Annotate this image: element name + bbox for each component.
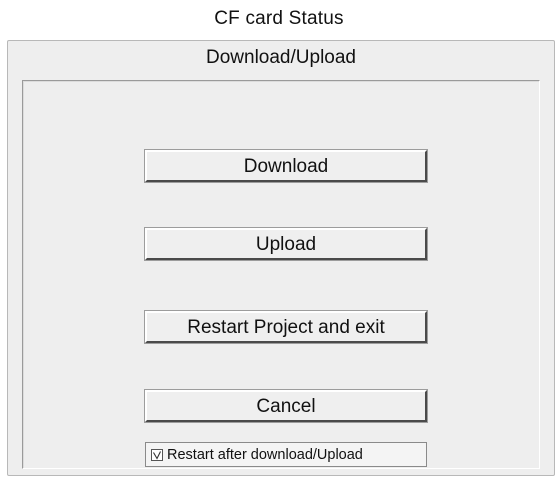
restart-project-exit-button[interactable]: Restart Project and exit (144, 310, 428, 344)
button-panel: Download Upload Restart Project and exit… (22, 80, 540, 469)
checkbox-box[interactable] (151, 448, 163, 461)
restart-after-transfer-checkbox[interactable]: Restart after download/Upload (145, 442, 427, 467)
dialog-header: Download/Upload (206, 47, 356, 68)
cancel-button[interactable]: Cancel (144, 389, 428, 423)
download-button[interactable]: Download (144, 149, 428, 183)
checkbox-label: Restart after download/Upload (167, 446, 363, 463)
checkmark-icon (153, 450, 161, 460)
window-title: CF card Status (214, 8, 344, 29)
upload-button[interactable]: Upload (144, 227, 428, 261)
download-upload-dialog: Download/Upload Download Upload Restart … (7, 40, 555, 476)
